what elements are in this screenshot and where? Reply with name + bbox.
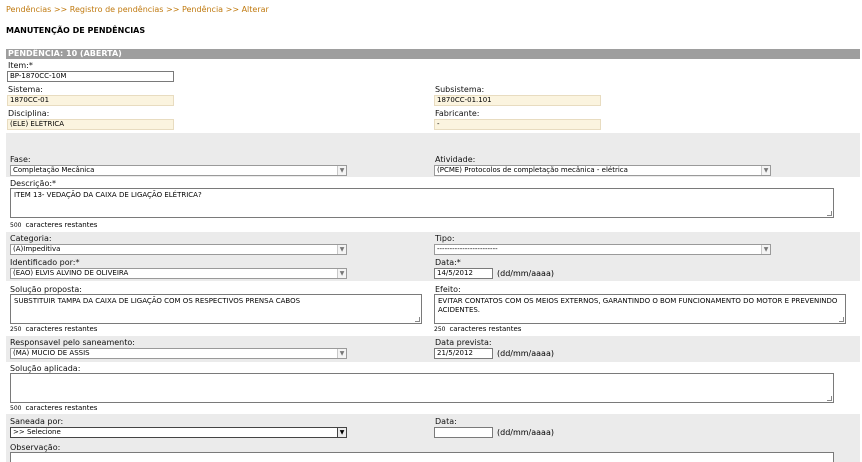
identificado-select-value: (EAO) ELVIS ALVINO DE OLIVEIRA xyxy=(13,269,129,277)
saneada-select-value: >> Selecione xyxy=(13,428,61,436)
solucao-aplicada-counter: 500 caracteres restantes xyxy=(10,404,97,413)
resize-grip-icon[interactable] xyxy=(827,211,832,216)
subsistema-field: 1870CC-01.101 xyxy=(434,95,601,106)
sistema-field: 1870CC-01 xyxy=(7,95,174,106)
breadcrumb-link-registro[interactable]: Registro de pendências xyxy=(70,5,164,14)
chevron-down-icon[interactable]: ▼ xyxy=(337,349,346,358)
solucao-aplicada-textarea[interactable] xyxy=(10,373,834,403)
data-saneamento-input[interactable] xyxy=(434,427,493,438)
item-input[interactable]: BP-1870CC-10M xyxy=(7,71,174,82)
solucao-proposta-textarea[interactable]: SUBSTITUIR TAMPA DA CAIXA DE LIGAÇÃO COM… xyxy=(10,294,422,324)
disciplina-label: Disciplina: xyxy=(8,109,50,118)
data-label: Data:* xyxy=(435,258,461,267)
solucao-aplicada-remaining-text: caracteres restantes xyxy=(25,404,98,412)
page-title: MANUTENÇÃO DE PENDÊNCIAS xyxy=(6,26,146,35)
breadcrumb-current: Alterar xyxy=(241,5,269,14)
solucao-proposta-counter: 250 caracteres restantes xyxy=(10,325,97,334)
atividade-label: Atividade: xyxy=(435,155,476,164)
chevron-down-icon[interactable]: ▼ xyxy=(761,245,770,254)
fase-label: Fase: xyxy=(10,155,31,164)
data-prevista-input[interactable]: 21/5/2012 xyxy=(434,348,493,359)
fabricante-label: Fabricante: xyxy=(435,109,480,118)
identificado-select[interactable]: (EAO) ELVIS ALVINO DE OLIVEIRA ▼ xyxy=(10,268,347,279)
subsistema-label: Subsistema: xyxy=(435,85,485,94)
breadcrumb-separator: >> xyxy=(166,5,180,14)
atividade-select[interactable]: (PCME) Protocolos de completação mecânic… xyxy=(434,165,771,176)
chevron-down-icon[interactable]: ▼ xyxy=(337,245,346,254)
fabricante-field: - xyxy=(434,119,601,130)
breadcrumb-separator: >> xyxy=(53,5,68,14)
chevron-down-icon[interactable]: ▼ xyxy=(337,166,346,175)
chevron-down-icon[interactable]: ▼ xyxy=(337,428,346,437)
descricao-counter: 500 caracteres restantes xyxy=(10,221,97,230)
solucao-proposta-text: SUBSTITUIR TAMPA DA CAIXA DE LIGAÇÃO COM… xyxy=(14,297,301,305)
date-format-hint: (dd/mm/aaaa) xyxy=(497,269,554,278)
data-input[interactable]: 14/5/2012 xyxy=(434,268,493,279)
solucao-aplicada-remaining: 500 xyxy=(10,405,22,412)
data-prevista-label: Data prevista: xyxy=(435,338,492,347)
chevron-down-icon[interactable]: ▼ xyxy=(761,166,770,175)
observacao-textarea[interactable] xyxy=(10,452,834,462)
saneada-select[interactable]: >> Selecione ▼ xyxy=(10,427,347,438)
section-header: PENDÊNCIA: 10 (ABERTA) xyxy=(6,49,860,59)
breadcrumb-link-pendencia[interactable]: Pendência xyxy=(182,5,223,14)
date-format-hint: (dd/mm/aaaa) xyxy=(497,349,554,358)
breadcrumb-link-pendencias[interactable]: Pendências xyxy=(6,5,51,14)
descricao-remaining: 500 xyxy=(10,222,22,229)
solucao-proposta-remaining: 250 xyxy=(10,326,22,333)
tipo-select[interactable]: ------------------------ ▼ xyxy=(434,244,771,255)
efeito-remaining-text: caracteres restantes xyxy=(449,325,522,333)
date-format-hint: (dd/mm/aaaa) xyxy=(497,428,554,437)
disciplina-field: (ELE) ELÉTRICA xyxy=(7,119,174,130)
efeito-text: EVITAR CONTATOS COM OS MEIOS EXTERNOS, G… xyxy=(438,297,838,314)
chevron-down-icon[interactable]: ▼ xyxy=(337,269,346,278)
identificado-label: Identificado por:* xyxy=(10,258,80,267)
fase-select[interactable]: Completação Mecânica ▼ xyxy=(10,165,347,176)
fase-select-value: Completação Mecânica xyxy=(13,166,95,174)
descricao-remaining-text: caracteres restantes xyxy=(25,221,98,229)
categoria-label: Categoria: xyxy=(10,234,52,243)
resize-grip-icon[interactable] xyxy=(415,317,420,322)
descricao-text: ITEM 13- VEDAÇÃO DA CAIXA DE LIGAÇÃO ELÉ… xyxy=(14,191,202,199)
categoria-select[interactable]: (A)Impeditiva ▼ xyxy=(10,244,347,255)
descricao-textarea[interactable]: ITEM 13- VEDAÇÃO DA CAIXA DE LIGAÇÃO ELÉ… xyxy=(10,188,834,218)
breadcrumb: Pendências >> Registro de pendências >> … xyxy=(6,5,269,14)
efeito-counter: 250 caracteres restantes xyxy=(434,325,521,334)
resize-grip-icon[interactable] xyxy=(839,317,844,322)
efeito-remaining: 250 xyxy=(434,326,446,333)
responsavel-select-value: (MA) MUCIO DE ASSIS xyxy=(13,349,90,357)
atividade-select-value: (PCME) Protocolos de completação mecânic… xyxy=(437,166,628,174)
solucao-proposta-remaining-text: caracteres restantes xyxy=(25,325,98,333)
item-label: Item:* xyxy=(8,61,33,70)
resize-grip-icon[interactable] xyxy=(827,396,832,401)
responsavel-select[interactable]: (MA) MUCIO DE ASSIS ▼ xyxy=(10,348,347,359)
efeito-textarea[interactable]: EVITAR CONTATOS COM OS MEIOS EXTERNOS, G… xyxy=(434,294,846,324)
breadcrumb-separator: >> xyxy=(225,5,240,14)
data-saneamento-label: Data: xyxy=(435,417,457,426)
tipo-select-value: ------------------------ xyxy=(437,245,498,253)
tipo-label: Tipo: xyxy=(435,234,455,243)
saneada-label: Saneada por: xyxy=(10,417,64,426)
categoria-select-value: (A)Impeditiva xyxy=(13,245,61,253)
responsavel-label: Responsavel pelo saneamento: xyxy=(10,338,135,347)
sistema-label: Sistema: xyxy=(8,85,43,94)
